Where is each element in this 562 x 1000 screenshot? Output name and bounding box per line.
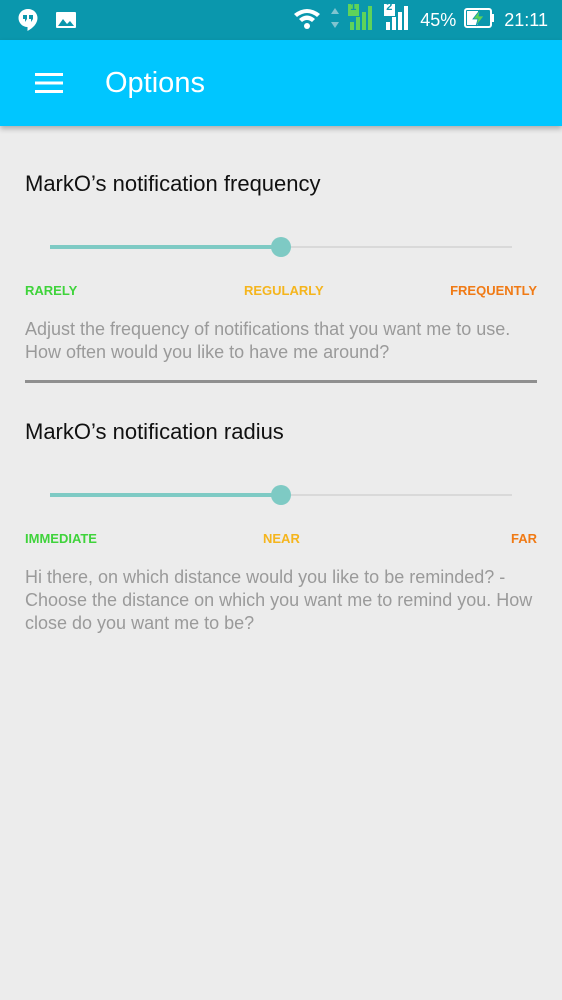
radius-slider[interactable] <box>50 483 512 507</box>
frequency-slider[interactable] <box>50 235 512 259</box>
status-bar: 1 2 45% 21:11 <box>0 0 562 40</box>
battery-charging-icon <box>464 7 496 34</box>
sim1-label: 1 <box>350 0 357 13</box>
signal-sim2-icon: 2 <box>384 0 412 37</box>
radius-label-far: FAR <box>511 531 537 546</box>
radius-title: MarkO’s notification radius <box>25 419 284 444</box>
frequency-label-rarely: RARELY <box>25 283 78 298</box>
radius-label-immediate: IMMEDIATE <box>25 531 97 546</box>
radius-slider-fill <box>50 493 281 497</box>
hamburger-menu-icon[interactable] <box>28 62 70 104</box>
frequency-description: Adjust the frequency of notifications th… <box>25 319 511 362</box>
hangouts-icon <box>16 8 40 32</box>
radius-description: Hi there, on which distance would you li… <box>25 567 533 633</box>
status-icons: 1 2 45% 21:11 <box>292 0 548 40</box>
clock: 21:11 <box>504 9 548 30</box>
data-arrows-icon <box>330 6 340 35</box>
frequency-slider-thumb[interactable] <box>271 237 291 257</box>
frequency-title: MarkO’s notification frequency <box>25 171 321 196</box>
app-bar: Options <box>0 40 562 126</box>
frequency-label-frequently: FREQUENTLY <box>450 283 537 298</box>
page-title: Options <box>105 67 205 99</box>
battery-percent: 45% <box>420 9 457 30</box>
signal-sim1-icon: 1 <box>348 0 376 37</box>
section-divider <box>25 380 537 383</box>
frequency-label-regularly: REGULARLY <box>244 283 324 298</box>
frequency-slider-fill <box>50 245 281 249</box>
radius-label-near: NEAR <box>263 531 300 546</box>
wifi-icon <box>292 6 322 35</box>
sim2-label: 2 <box>386 0 393 13</box>
gallery-icon <box>54 8 78 32</box>
radius-slider-thumb[interactable] <box>271 485 291 505</box>
